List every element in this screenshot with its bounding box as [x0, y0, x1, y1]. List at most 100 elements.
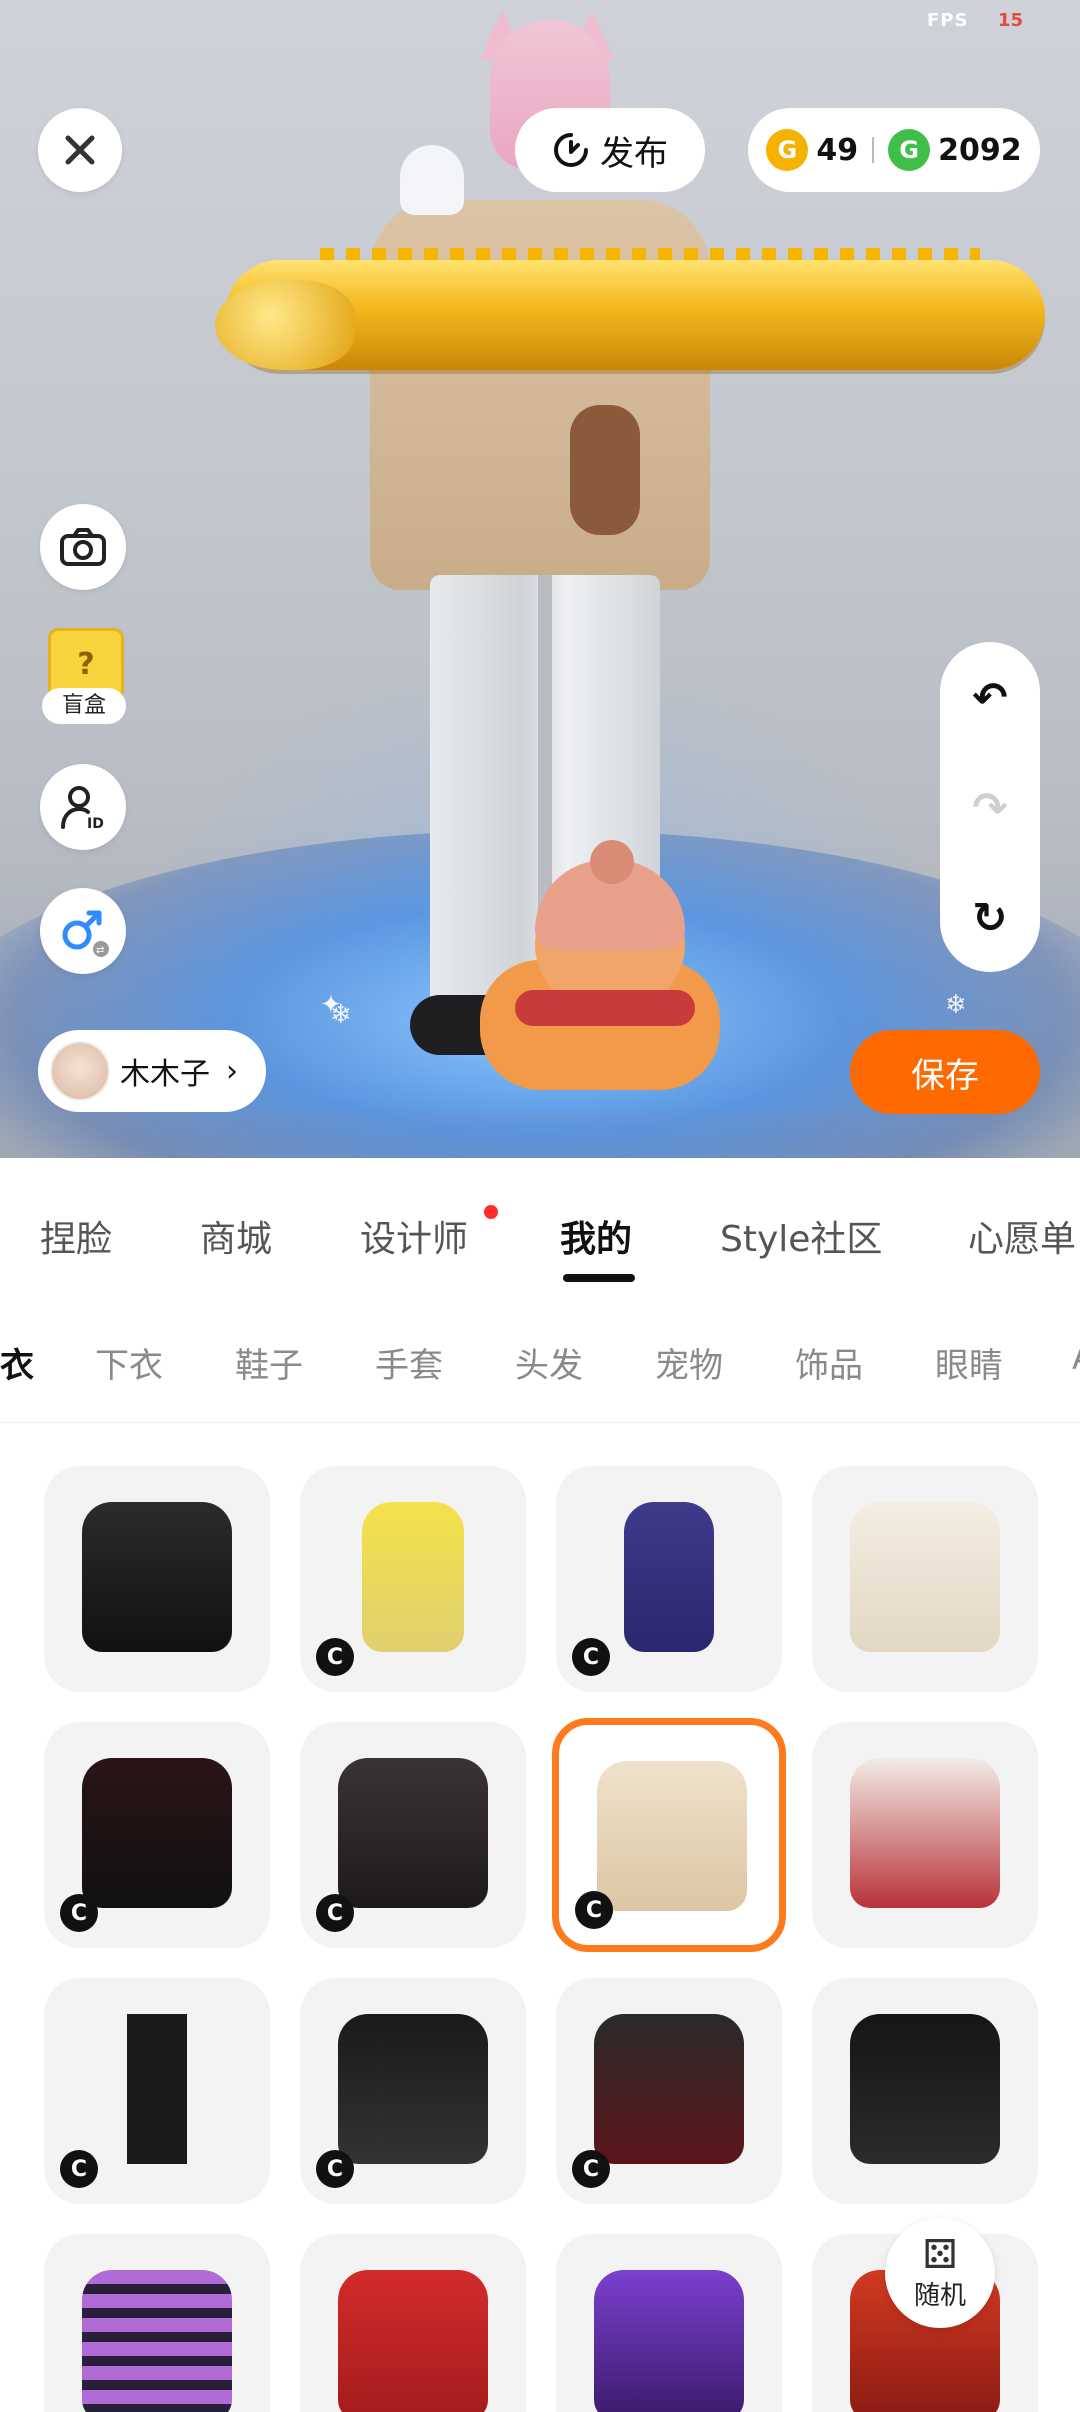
outfit-thumbnail — [82, 2014, 232, 2164]
outfit-thumbnail — [850, 1758, 1000, 1908]
blind-box-button[interactable]: ? 盲盒 — [42, 628, 126, 728]
user-name: 木木子 — [120, 1057, 210, 1092]
creator-badge-icon: C — [316, 2150, 354, 2188]
tab-shop[interactable]: 商城 — [200, 1210, 272, 1262]
creator-badge-icon: C — [60, 2150, 98, 2188]
subtab-pets[interactable]: 宠物 — [655, 1338, 723, 1387]
subtab-more[interactable]: A — [1072, 1338, 1080, 1378]
pet-shiba — [480, 840, 740, 1100]
category-tabs: 上衣 下衣 鞋子 手套 头发 宠物 饰品 眼睛 A — [0, 1300, 1080, 1423]
fps-value: 15 — [998, 10, 1024, 31]
person-id-icon: ID — [61, 786, 104, 831]
outfit-thumbnail — [82, 1502, 232, 1652]
outfit-item[interactable] — [44, 1466, 270, 1692]
outfit-item[interactable]: C — [300, 1978, 526, 2204]
reset-icon[interactable]: ↻ — [972, 893, 1007, 942]
divider — [872, 137, 875, 163]
tab-face[interactable]: 捏脸 — [40, 1210, 112, 1262]
outfit-item[interactable] — [812, 1978, 1038, 2204]
outfit-item[interactable]: C — [300, 1722, 526, 1948]
chevron-right-icon: › — [226, 1053, 238, 1089]
fps-label: FPS — [927, 10, 969, 31]
subtab-shoes[interactable]: 鞋子 — [235, 1338, 303, 1387]
tab-wishlist[interactable]: 心愿单 — [968, 1210, 1076, 1262]
green-coin-icon: G — [888, 129, 931, 171]
history-controls: ↶ ↷ ↻ — [940, 642, 1040, 972]
publish-icon — [554, 133, 588, 167]
outfit-item[interactable]: C — [556, 1466, 782, 1692]
green-balance: 2092 — [938, 132, 1022, 168]
avatar-id-button[interactable]: ID — [40, 764, 126, 850]
currency-balance[interactable]: G 49 G 2092 — [748, 108, 1040, 192]
creator-badge-icon: C — [575, 1891, 613, 1929]
save-button[interactable]: 保存 — [850, 1030, 1040, 1114]
dice-icon: ⚄ — [922, 2231, 958, 2278]
outfit-thumbnail — [594, 2270, 744, 2412]
outfit-item[interactable]: C — [556, 1978, 782, 2204]
subtab-bottoms[interactable]: 下衣 — [95, 1338, 163, 1387]
subtab-tops[interactable]: 上衣 — [0, 1338, 34, 1387]
outfit-thumbnail — [338, 1758, 488, 1908]
tab-style-community[interactable]: Style社区 — [720, 1210, 882, 1262]
gender-switch-button[interactable]: ⇄ — [40, 888, 126, 974]
outfit-item[interactable] — [812, 1722, 1038, 1948]
gold-coin-icon: G — [766, 129, 809, 171]
subtab-eyes[interactable]: 眼睛 — [935, 1338, 1003, 1387]
outfit-item-selected[interactable]: C — [552, 1718, 786, 1952]
subtab-gloves[interactable]: 手套 — [375, 1338, 443, 1387]
user-profile-chip[interactable]: 木木子 › — [38, 1030, 266, 1112]
creator-badge-icon: C — [316, 1638, 354, 1676]
outfit-thumbnail — [850, 2014, 1000, 2164]
svg-text:ID: ID — [87, 816, 104, 831]
main-tabs: 捏脸 商城 设计师 我的 Style社区 心愿单 — [0, 1158, 1080, 1301]
outfit-thumbnail — [362, 1502, 464, 1652]
outfit-thumbnail — [850, 1502, 1000, 1652]
camera-icon — [60, 528, 106, 566]
random-button[interactable]: ⚄ 随机 — [885, 2218, 995, 2328]
active-tab-indicator — [563, 1274, 635, 1282]
outfit-thumbnail — [338, 2014, 488, 2164]
outfit-thumbnail — [594, 2014, 744, 2164]
tab-designer[interactable]: 设计师 — [360, 1210, 468, 1262]
outfit-item[interactable] — [812, 1466, 1038, 1692]
outfit-item[interactable]: C — [44, 1722, 270, 1948]
outfit-item[interactable] — [556, 2234, 782, 2412]
bunny-plush — [570, 405, 640, 535]
outfit-thumbnail — [338, 2270, 488, 2412]
outfit-item[interactable] — [44, 2234, 270, 2412]
random-label: 随机 — [913, 2280, 966, 2311]
gold-balance: 49 — [816, 132, 859, 168]
outfit-thumbnail — [624, 1502, 714, 1652]
redo-icon[interactable]: ↷ — [972, 783, 1007, 832]
avatar — [50, 1041, 110, 1101]
creator-badge-icon: C — [60, 1894, 98, 1932]
creator-badge-icon: C — [316, 1894, 354, 1932]
publish-button[interactable]: 发布 — [515, 108, 705, 192]
dragon-head — [215, 280, 355, 370]
ghost-pet — [400, 145, 464, 215]
sparkle-icon: ✦ — [320, 990, 342, 1020]
outfit-item[interactable]: C — [44, 1978, 270, 2204]
publish-label: 发布 — [600, 133, 668, 174]
close-icon — [65, 135, 95, 165]
outfit-thumbnail — [82, 2270, 232, 2412]
outfit-thumbnail — [597, 1761, 747, 1911]
pet-scarf — [515, 990, 695, 1026]
subtab-accessories[interactable]: 饰品 — [795, 1338, 863, 1387]
notification-dot — [484, 1205, 498, 1219]
tab-mine[interactable]: 我的 — [560, 1210, 632, 1262]
sparkle-icon: ❄ — [945, 990, 967, 1020]
camera-button[interactable] — [40, 504, 126, 590]
outfit-item[interactable] — [300, 2234, 526, 2412]
creator-badge-icon: C — [572, 2150, 610, 2188]
pet-pompom — [590, 840, 634, 884]
creator-badge-icon: C — [572, 1638, 610, 1676]
outfit-item[interactable]: C — [300, 1466, 526, 1692]
close-button[interactable] — [38, 108, 122, 192]
male-symbol-icon: ⇄ — [62, 910, 109, 957]
outfit-thumbnail — [82, 1758, 232, 1908]
svg-text:⇄: ⇄ — [96, 945, 104, 956]
blind-box-label: 盲盒 — [42, 688, 126, 724]
subtab-hair[interactable]: 头发 — [515, 1338, 583, 1387]
undo-icon[interactable]: ↶ — [972, 673, 1007, 722]
